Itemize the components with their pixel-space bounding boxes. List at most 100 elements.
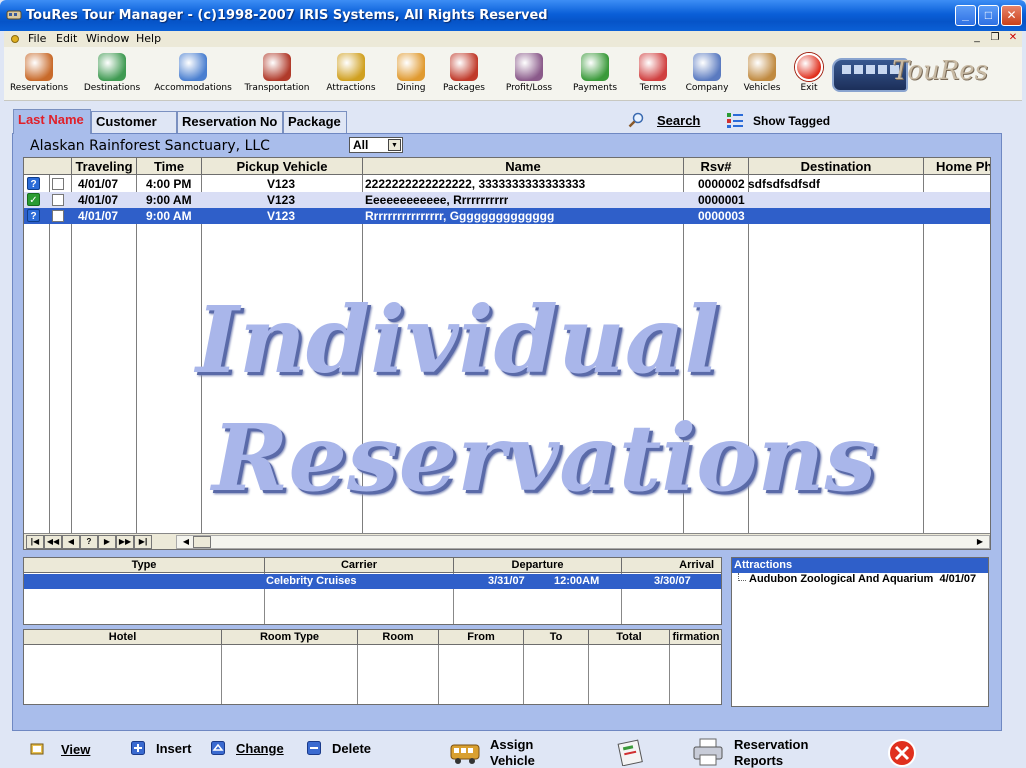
- header-carrier[interactable]: Carrier: [265, 558, 454, 573]
- header-type[interactable]: Type: [24, 558, 265, 573]
- header-to[interactable]: To: [524, 630, 589, 645]
- prev-record-button[interactable]: ◀: [62, 535, 80, 549]
- menu-edit[interactable]: Edit: [56, 32, 77, 45]
- tab-last-name[interactable]: Last Name: [13, 109, 91, 134]
- cell-vehicle: V123: [267, 177, 296, 191]
- header-status: [24, 158, 72, 175]
- question-status-icon[interactable]: ?: [27, 209, 40, 222]
- toolbar-destinations-button[interactable]: Destinations: [81, 49, 143, 99]
- itinerary-icon: [617, 739, 643, 766]
- toolbar-transportation-button[interactable]: Transportation: [240, 49, 314, 99]
- scroll-right-button[interactable]: ▶: [971, 536, 989, 549]
- mdi-restore-button[interactable]: ❐: [988, 32, 1002, 45]
- table-row-selected[interactable]: Celebrity Cruises 3/31/07 12:00AM 3/30/0…: [24, 574, 721, 589]
- reservations-grid: Traveling Time Pickup Vehicle Name Rsv# …: [23, 157, 991, 550]
- watermark-line-1: Individual: [196, 286, 720, 394]
- maximize-button[interactable]: □: [978, 5, 999, 26]
- search-label: Search: [657, 113, 701, 128]
- action-bar: View Insert Change Delete Assign Vehicle: [0, 733, 1026, 768]
- cell-time: 9:00 AM: [146, 209, 192, 223]
- toolbar-button-label: Exit: [800, 83, 818, 93]
- header-confirmation[interactable]: firmation: [670, 630, 721, 645]
- scrollbar-thumb[interactable]: [193, 536, 211, 548]
- printer-icon: [693, 738, 723, 766]
- minus-icon: [307, 741, 321, 755]
- gift-icon: [450, 53, 478, 81]
- header-pickup-vehicle[interactable]: Pickup Vehicle: [202, 158, 363, 175]
- cell-name: Eeeeeeeeeeee, Rrrrrrrrrrr: [365, 193, 509, 207]
- header-rsv[interactable]: Rsv#: [684, 158, 749, 175]
- cell-name: Rrrrrrrrrrrrrrrr, Gggggggggggggg: [365, 209, 555, 223]
- dropdown-arrow-icon[interactable]: ▼: [388, 139, 401, 151]
- tab-reservation-no[interactable]: Reservation No: [177, 111, 283, 134]
- prev-page-button[interactable]: ◀◀: [44, 535, 62, 549]
- menu-help[interactable]: Help: [136, 32, 161, 45]
- cell-departure-date: 3/31/07: [488, 575, 525, 587]
- next-page-button[interactable]: ▶▶: [116, 535, 134, 549]
- toolbar-packages-button[interactable]: Packages: [441, 49, 487, 99]
- mdi-minimize-button[interactable]: _: [970, 32, 984, 45]
- next-record-button[interactable]: ▶: [98, 535, 116, 549]
- menu-bar: File Edit Window Help _ ❐ ✕: [4, 31, 1022, 47]
- tag-checkbox[interactable]: [52, 210, 64, 222]
- header-time[interactable]: Time: [137, 158, 202, 175]
- header-from[interactable]: From: [439, 630, 524, 645]
- filter-select[interactable]: All ▼: [349, 137, 403, 153]
- cell-vehicle: V123: [267, 193, 296, 207]
- toolbar-dining-button[interactable]: Dining: [392, 49, 430, 99]
- header-destination[interactable]: Destination: [749, 158, 924, 175]
- table-row[interactable]: ✓ 4/01/07 9:00 AM V123 Eeeeeeeeeeee, Rrr…: [24, 192, 990, 208]
- tab-package[interactable]: Package: [283, 111, 347, 134]
- horizontal-scrollbar[interactable]: ◀ ▶: [176, 535, 990, 549]
- first-record-button[interactable]: |◀: [26, 535, 44, 549]
- close-x-icon: [888, 739, 916, 767]
- toolbar-payments-button[interactable]: Payments: [569, 49, 621, 99]
- toolbar-attractions-button[interactable]: Attractions: [325, 49, 377, 99]
- toolbar-terms-button[interactable]: Terms: [637, 49, 669, 99]
- bed-icon: [179, 53, 207, 81]
- scales-icon: [515, 53, 543, 81]
- toolbar-reservations-button[interactable]: Reservations: [8, 49, 70, 99]
- logo-text: TouRes: [892, 56, 989, 86]
- mdi-child-icon[interactable]: [11, 35, 19, 43]
- question-status-icon[interactable]: ?: [27, 177, 40, 190]
- toolbar-button-label: Terms: [639, 83, 667, 93]
- header-arrival[interactable]: Arrival: [622, 558, 721, 573]
- header-departure[interactable]: Departure: [454, 558, 622, 573]
- tag-checkbox[interactable]: [52, 178, 64, 190]
- toolbar-button-label: Company: [685, 83, 729, 93]
- table-row-selected[interactable]: ? 4/01/07 9:00 AM V123 Rrrrrrrrrrrrrrrr,…: [24, 208, 990, 224]
- toolbar-company-button[interactable]: Company: [685, 49, 729, 99]
- cell-carrier: Celebrity Cruises: [266, 575, 357, 587]
- toolbar-vehicles-button[interactable]: Vehicles: [740, 49, 784, 99]
- find-record-button[interactable]: ?: [80, 535, 98, 549]
- toolbar-profit-loss-button[interactable]: Profit/Loss: [500, 49, 558, 99]
- header-room[interactable]: Room: [358, 630, 439, 645]
- table-row[interactable]: ? 4/01/07 4:00 PM V123 2222222222222222,…: [24, 176, 990, 192]
- minimize-button[interactable]: _: [955, 5, 976, 26]
- toolbar-exit-button[interactable]: Exit: [791, 49, 827, 99]
- insert-label: Insert: [156, 741, 192, 756]
- cell-traveling: 4/01/07: [78, 209, 119, 223]
- toolbar-accommodations-button[interactable]: Accommodations: [152, 49, 234, 99]
- header-home-phone[interactable]: Home Ph: [924, 158, 990, 175]
- header-room-type[interactable]: Room Type: [222, 630, 358, 645]
- menu-file[interactable]: File: [28, 32, 46, 45]
- header-traveling[interactable]: Traveling: [72, 158, 137, 175]
- cell-arrival-date: 3/30/07: [654, 575, 691, 587]
- hotel-grid: Hotel Room Type Room From To Total firma…: [23, 629, 722, 705]
- ribbon-icon: [639, 53, 667, 81]
- cell-destination: sdfsdfsdfsdf: [748, 177, 820, 191]
- close-button[interactable]: ✕: [1001, 5, 1022, 26]
- menu-window[interactable]: Window: [86, 32, 129, 45]
- header-name[interactable]: Name: [363, 158, 684, 175]
- record-navigator: |◀ ◀◀ ◀ ? ▶ ▶▶ ▶| ◀ ▶: [24, 533, 990, 549]
- tag-checkbox[interactable]: [52, 194, 64, 206]
- last-record-button[interactable]: ▶|: [134, 535, 152, 549]
- attraction-item[interactable]: Audubon Zoological And Aquarium 4/01/07: [749, 573, 976, 585]
- header-total[interactable]: Total: [589, 630, 670, 645]
- mdi-close-button[interactable]: ✕: [1006, 32, 1020, 45]
- checkmark-status-icon[interactable]: ✓: [27, 193, 40, 206]
- header-hotel[interactable]: Hotel: [24, 630, 222, 645]
- tab-customer-id[interactable]: Customer ID: [91, 111, 177, 149]
